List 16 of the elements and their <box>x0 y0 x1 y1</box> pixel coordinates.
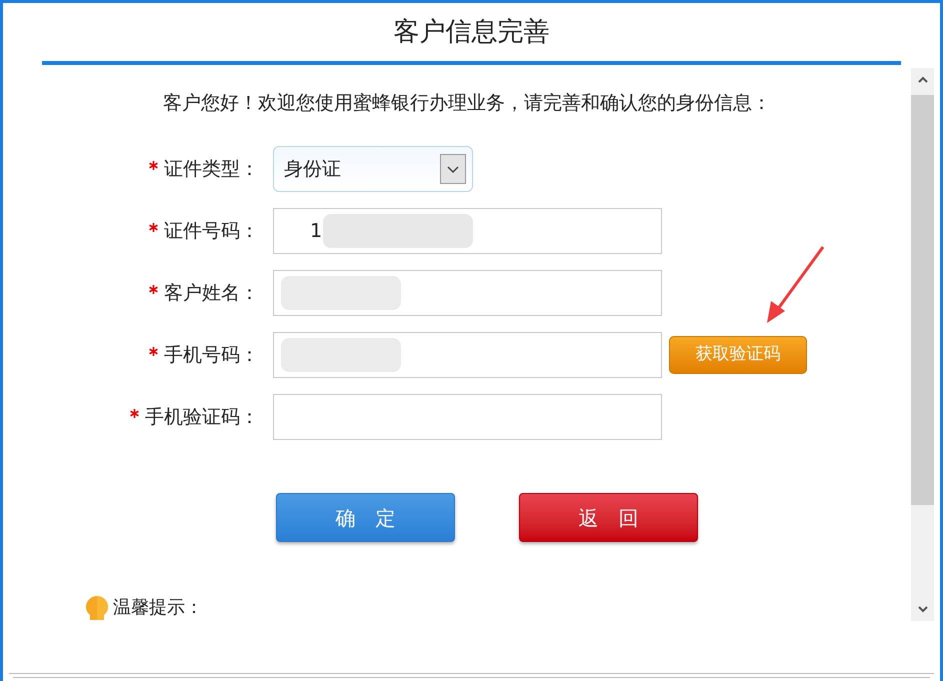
confirm-button[interactable]: 确 定 <box>276 493 455 542</box>
chevron-down-icon[interactable] <box>440 154 466 184</box>
field-label: 证件类型： <box>164 156 259 182</box>
select-field[interactable]: 身份证 <box>273 146 473 192</box>
lightbulb-icon <box>85 595 109 621</box>
back-button[interactable]: 返 回 <box>519 493 698 542</box>
intro-text: 客户您好！欢迎您使用蜜蜂银行办理业务，请完善和确认您的身份信息： <box>162 90 772 116</box>
input-field[interactable] <box>273 394 662 440</box>
dialog-title: 客户信息完善 <box>394 16 550 48</box>
scrollbar[interactable] <box>911 68 934 621</box>
tip-title: 温馨提示： <box>113 596 203 620</box>
field-label: 手机号码： <box>164 342 259 368</box>
field-label: 手机验证码： <box>145 404 259 430</box>
field-label: 证件号码： <box>164 218 259 244</box>
select-value: 身份证 <box>284 156 341 182</box>
field-label: 客户姓名： <box>164 280 259 306</box>
